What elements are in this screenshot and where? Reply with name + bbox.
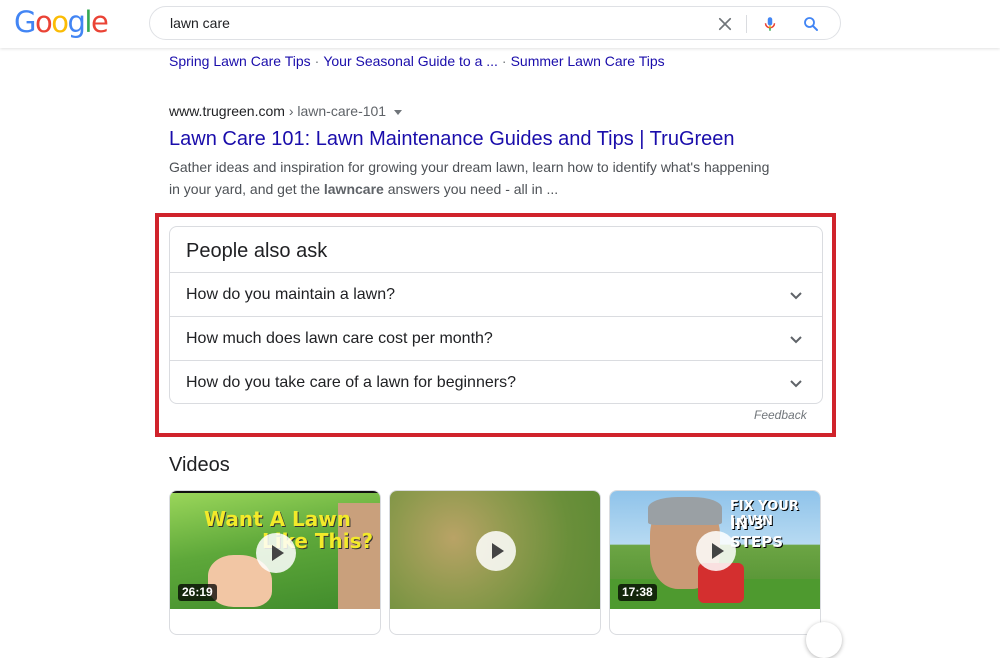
videos-heading: Videos (169, 454, 230, 476)
sitelink-seasonal[interactable]: Your Seasonal Guide to a ... (323, 53, 498, 69)
sitelink-separator: · (501, 53, 507, 69)
thumbnail-cap (648, 497, 722, 525)
result-url: www.trugreen.com › lawn-care-101 (169, 102, 789, 120)
snippet-bold: lawncare (323, 181, 384, 197)
chevron-down-icon (790, 380, 802, 388)
sitelinks: Spring Lawn Care Tips · Your Seasonal Guid… (169, 52, 665, 70)
thumbnail-title-line2: IN 3 STEPS (730, 515, 784, 551)
clear-icon[interactable] (716, 15, 734, 33)
video-thumbnail[interactable] (390, 491, 600, 609)
people-also-ask: People also ask How do you maintain a la… (169, 226, 823, 404)
paa-question[interactable]: How do you maintain a lawn? (170, 272, 822, 316)
microphone-icon[interactable] (761, 15, 779, 33)
paa-question-text: How much does lawn care cost per month? (186, 330, 493, 347)
carousel-next-button[interactable] (806, 622, 842, 658)
video-card[interactable]: Want A Lawn Like This? 26:19 (169, 490, 381, 635)
sitelink-spring[interactable]: Spring Lawn Care Tips (169, 53, 311, 69)
sitelink-separator: · (314, 53, 320, 69)
search-input[interactable] (170, 7, 690, 39)
play-icon[interactable] (696, 531, 736, 571)
paa-question[interactable]: How much does lawn care cost per month? (170, 316, 822, 360)
top-bar: Google (0, 0, 1000, 48)
chevron-down-icon (790, 336, 802, 344)
video-duration: 17:38 (618, 584, 657, 601)
paa-title: People also ask (186, 240, 328, 262)
search-result: www.trugreen.com › lawn-care-101 Lawn Ca… (169, 102, 789, 200)
video-thumbnail[interactable]: Want A Lawn Like This? 26:19 (170, 491, 380, 609)
caret-down-icon[interactable] (394, 109, 403, 115)
play-icon[interactable] (256, 533, 296, 573)
feedback-link[interactable]: Feedback (754, 408, 807, 422)
paa-question[interactable]: How do you take care of a lawn for begin… (170, 360, 822, 404)
result-snippet: Gather ideas and inspiration for growing… (169, 156, 779, 200)
sitelink-summer[interactable]: Summer Lawn Care Tips (511, 53, 665, 69)
thumbnail-title-line1: Want A Lawn (204, 507, 352, 531)
result-path: › lawn-care-101 (284, 103, 387, 119)
search-divider (746, 15, 747, 33)
video-card[interactable]: FIX YOUR LAWN IN 3 STEPS 17:38 (609, 490, 821, 635)
paa-question-text: How do you maintain a lawn? (186, 286, 396, 303)
google-logo[interactable]: Google (14, 5, 109, 39)
result-title-link[interactable]: Lawn Care 101: Lawn Maintenance Guides a… (169, 126, 789, 152)
video-duration: 26:19 (178, 584, 217, 601)
result-domain: www.trugreen.com (169, 103, 285, 119)
search-box (149, 6, 841, 40)
play-icon[interactable] (476, 531, 516, 571)
snippet-text-end: answers you need - all in ... (383, 181, 559, 197)
video-card[interactable] (389, 490, 601, 635)
paa-question-text: How do you take care of a lawn for begin… (186, 374, 516, 391)
search-icon[interactable] (802, 15, 820, 33)
video-thumbnail[interactable]: FIX YOUR LAWN IN 3 STEPS 17:38 (610, 491, 820, 609)
chevron-down-icon (790, 292, 802, 300)
